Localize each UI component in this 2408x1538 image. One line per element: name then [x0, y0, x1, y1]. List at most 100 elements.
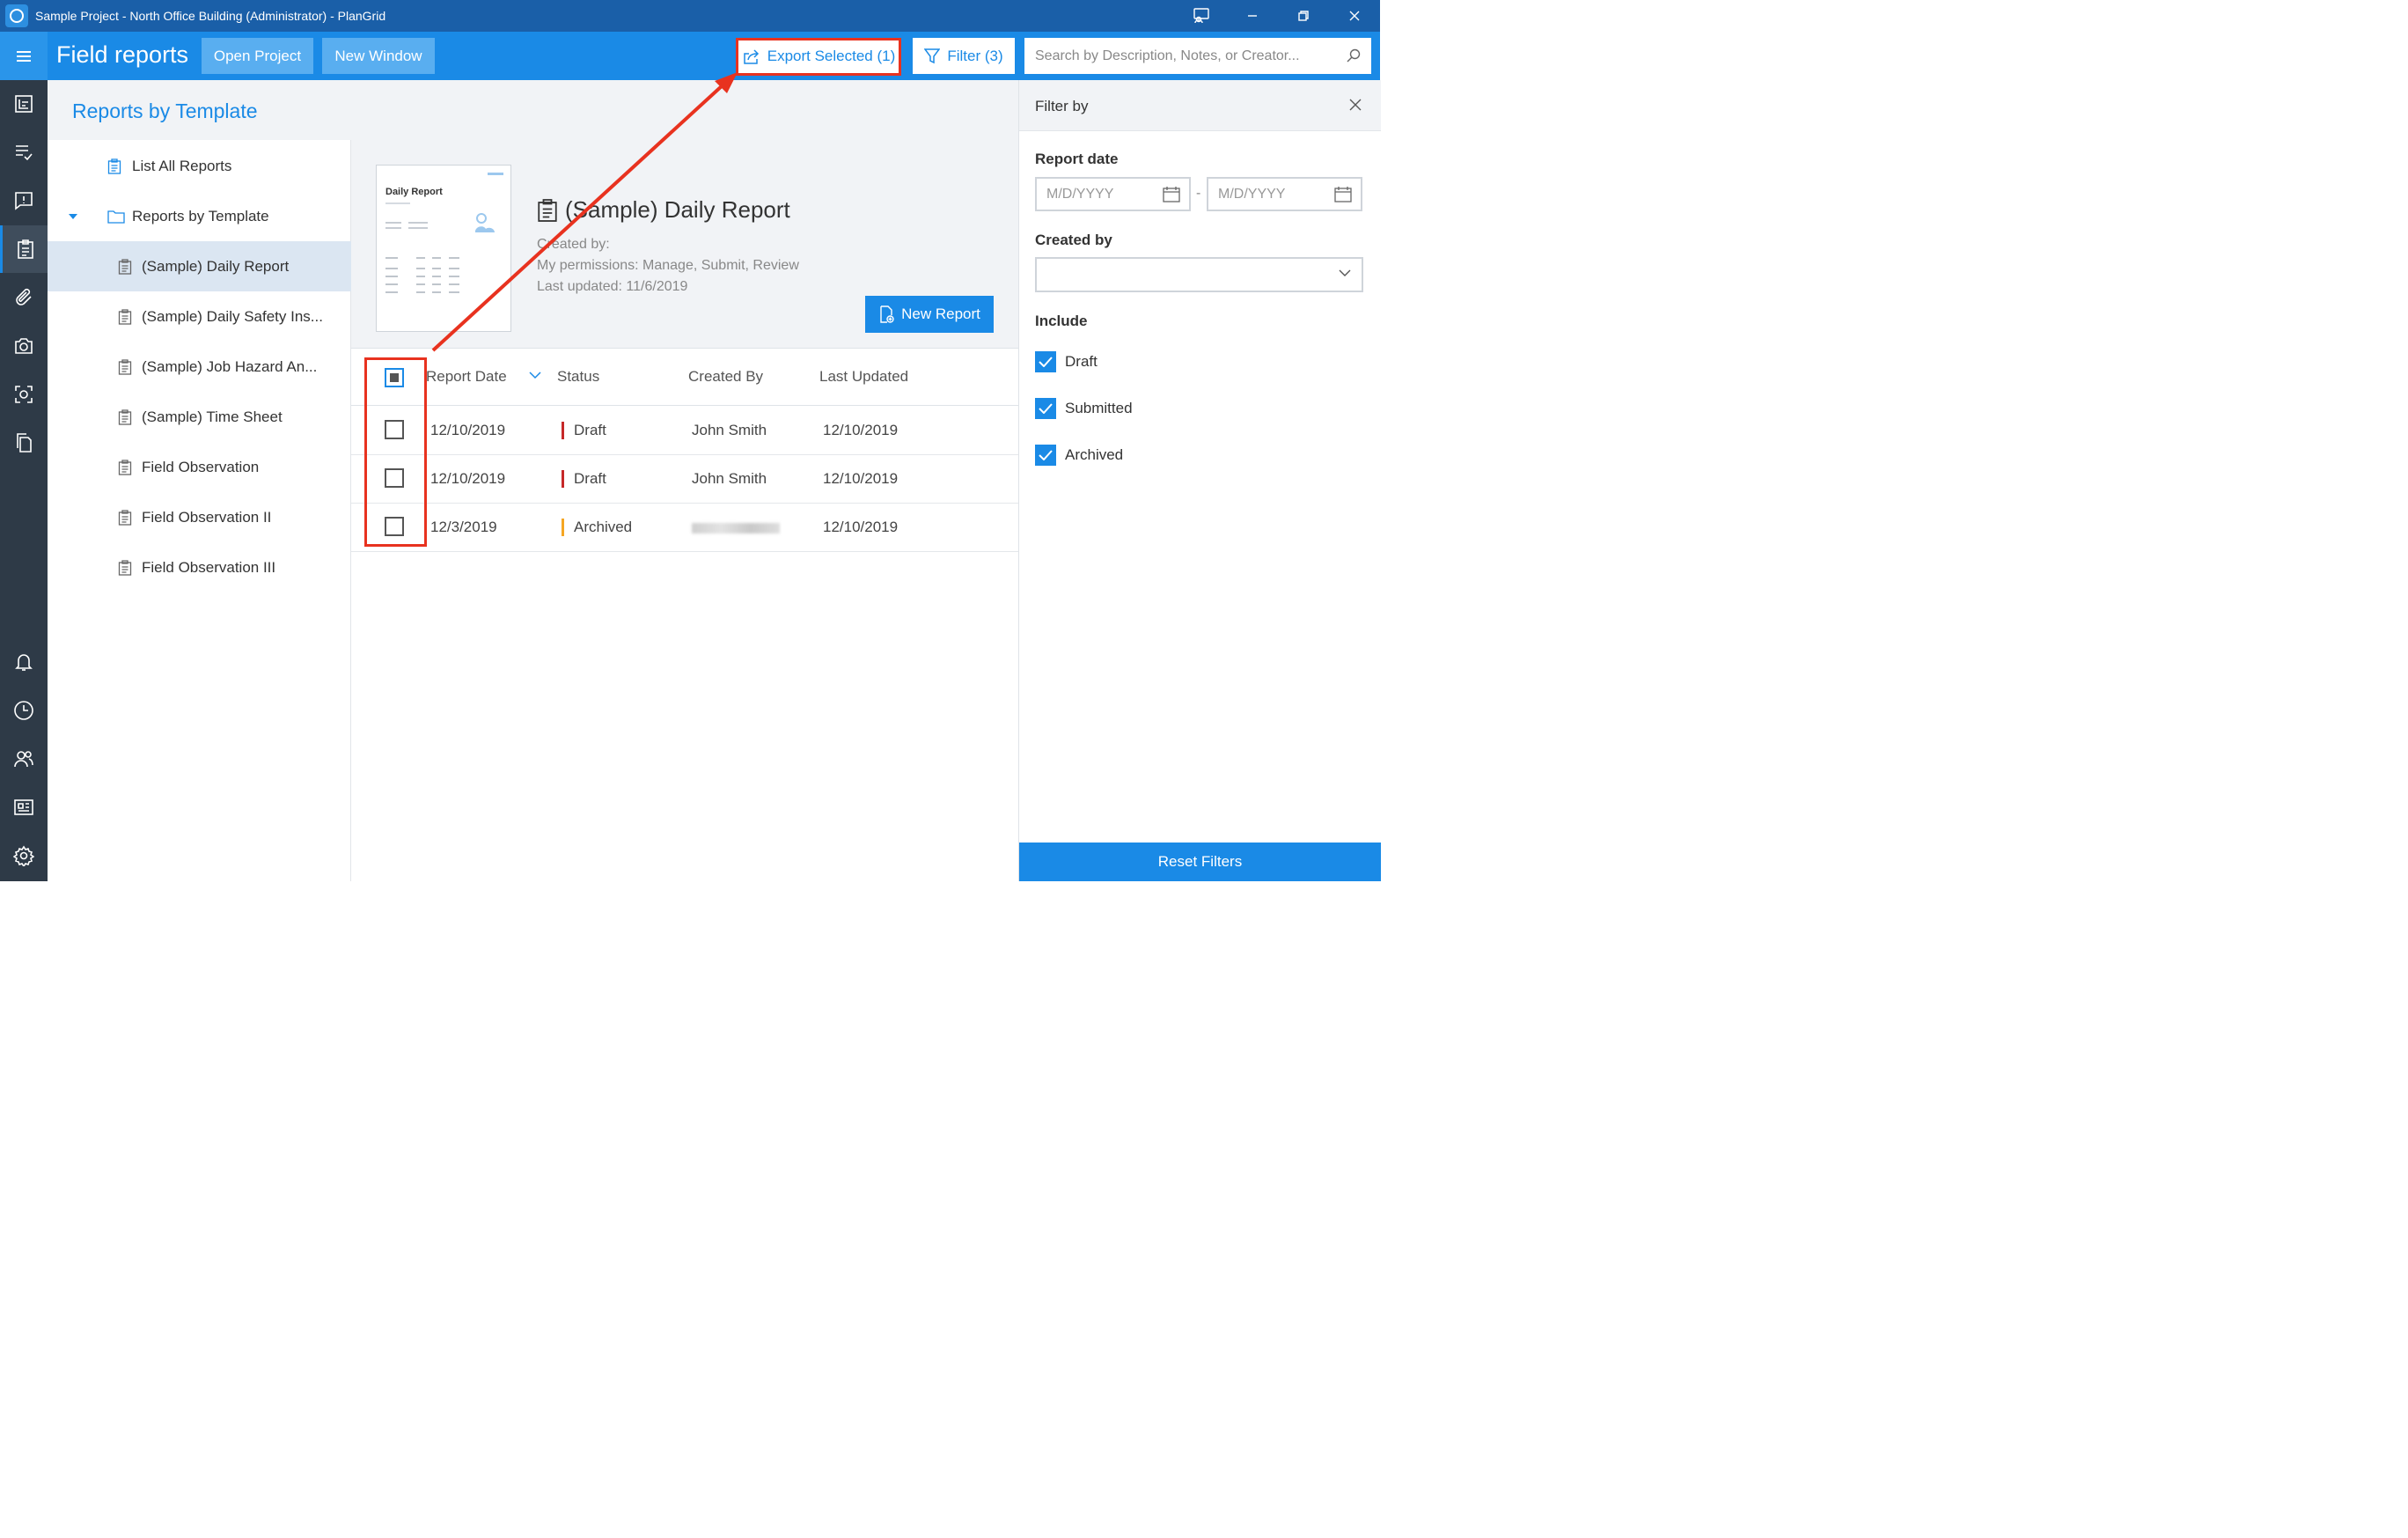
- template-item[interactable]: Field Observation: [48, 442, 351, 492]
- table-row[interactable]: 12/3/2019 Archived 12/10/2019: [351, 504, 1018, 552]
- history-icon[interactable]: [0, 687, 48, 734]
- column-header-created-by[interactable]: Created By: [688, 368, 763, 386]
- permissions-text: My permissions: Manage, Submit, Review: [537, 258, 799, 273]
- template-item[interactable]: (Sample) Job Hazard An...: [48, 342, 351, 392]
- sheets-icon[interactable]: [0, 80, 48, 128]
- planGrid-app-icon: [5, 4, 28, 27]
- table-row[interactable]: 12/10/2019 Draft John Smith 12/10/2019: [351, 407, 1018, 455]
- templates-panel: Reports by Template List All Reports Rep…: [48, 80, 351, 881]
- open-project-button[interactable]: Open Project: [202, 38, 313, 74]
- status-cell: Archived: [574, 519, 633, 535]
- close-icon[interactable]: [1348, 98, 1362, 112]
- documents-icon[interactable]: [0, 419, 48, 467]
- clipboard-icon: [107, 158, 121, 174]
- table-row[interactable]: 12/10/2019 Draft John Smith 12/10/2019: [351, 455, 1018, 504]
- created-by-label: Created by: [1035, 232, 1112, 248]
- templates-panel-title: Reports by Template: [72, 99, 258, 122]
- reports-by-template-folder[interactable]: Reports by Template: [48, 191, 351, 241]
- created-by-select[interactable]: [1035, 257, 1363, 292]
- team-icon[interactable]: [0, 735, 48, 783]
- template-item[interactable]: (Sample) Daily Report: [48, 241, 351, 291]
- window-titlebar: Sample Project - North Office Building (…: [0, 0, 1380, 32]
- calendar-icon[interactable]: [1334, 187, 1352, 202]
- start-date-input[interactable]: [1046, 186, 1161, 202]
- template-item-label: Field Observation II: [142, 508, 272, 526]
- checkmark-icon: [1039, 403, 1053, 414]
- minimize-button[interactable]: [1227, 0, 1278, 32]
- window-title: Sample Project - North Office Building (…: [35, 9, 386, 23]
- attachments-icon[interactable]: [0, 274, 48, 321]
- template-list: List All Reports Reports by Template (Sa…: [48, 140, 351, 881]
- sort-chevron-icon[interactable]: [529, 372, 541, 379]
- include-option-submitted[interactable]: Submitted: [1035, 398, 1133, 419]
- settings-icon[interactable]: [0, 832, 48, 879]
- thumbnail-preview-graphic: [385, 173, 503, 293]
- include-option-label: Archived: [1065, 446, 1124, 463]
- tasks-icon[interactable]: [0, 129, 48, 176]
- new-window-button[interactable]: New Window: [322, 38, 435, 74]
- calendar-icon[interactable]: [1163, 187, 1180, 202]
- list-all-reports-item[interactable]: List All Reports: [48, 141, 351, 191]
- created-by-cell: John Smith: [692, 470, 767, 487]
- chevron-down-icon: [1339, 269, 1351, 276]
- template-item-label: (Sample) Daily Report: [142, 257, 290, 275]
- clipboard-icon: [118, 509, 132, 526]
- end-date-input[interactable]: [1218, 186, 1332, 202]
- clipboard-icon: [538, 198, 557, 222]
- last-updated-cell: 12/10/2019: [823, 422, 899, 438]
- restore-button[interactable]: [1278, 0, 1329, 32]
- list-all-reports-label: List All Reports: [132, 157, 232, 174]
- search-box: [1024, 38, 1371, 74]
- checkbox-annotation-box: [364, 357, 427, 547]
- close-window-button[interactable]: [1329, 0, 1380, 32]
- publish-log-icon[interactable]: [0, 784, 48, 831]
- template-item[interactable]: (Sample) Daily Safety Ins...: [48, 291, 351, 342]
- include-option-label: Submitted: [1065, 400, 1133, 416]
- include-option-archived[interactable]: Archived: [1035, 445, 1123, 466]
- checkbox-checked[interactable]: [1035, 445, 1056, 466]
- filter-panel-header: Filter by: [1019, 80, 1381, 131]
- template-item[interactable]: (Sample) Time Sheet: [48, 392, 351, 442]
- report-date-cell: 12/3/2019: [430, 519, 497, 535]
- template-item[interactable]: Field Observation III: [48, 542, 351, 592]
- end-date-field: [1207, 177, 1362, 211]
- status-cell: Draft: [574, 470, 606, 487]
- checkbox-checked[interactable]: [1035, 351, 1056, 372]
- status-cell: Draft: [574, 422, 606, 438]
- template-item[interactable]: Field Observation II: [48, 492, 351, 542]
- column-header-status[interactable]: Status: [557, 368, 599, 386]
- clipboard-icon: [118, 358, 132, 375]
- report-thumbnail: Daily Report: [376, 165, 511, 332]
- cast-icon[interactable]: [1176, 0, 1227, 32]
- template-item-label: (Sample) Job Hazard An...: [142, 357, 318, 375]
- start-date-field: [1035, 177, 1191, 211]
- status-color-bar: [562, 519, 564, 536]
- created-by-cell: John Smith: [692, 422, 767, 438]
- column-header-last-updated[interactable]: Last Updated: [819, 368, 908, 386]
- template-item-label: (Sample) Time Sheet: [142, 408, 283, 425]
- notifications-icon[interactable]: [0, 638, 48, 686]
- checkbox-checked[interactable]: [1035, 398, 1056, 419]
- search-icon[interactable]: [1347, 48, 1361, 63]
- checkmark-icon: [1039, 357, 1053, 367]
- clipboard-icon: [118, 308, 132, 325]
- camera-icon[interactable]: [0, 322, 48, 370]
- left-nav-rail: [0, 80, 48, 881]
- field-reports-icon[interactable]: [0, 225, 48, 273]
- menu-icon[interactable]: [0, 32, 48, 80]
- table-header: Report Date Status Created By Last Updat…: [351, 350, 1018, 406]
- filter-button[interactable]: Filter (3): [913, 38, 1015, 74]
- caret-down-icon[interactable]: [69, 214, 77, 219]
- reset-filters-button[interactable]: Reset Filters: [1019, 843, 1381, 881]
- column-header-report-date[interactable]: Report Date: [426, 368, 507, 386]
- last-updated-cell: 12/10/2019: [823, 470, 899, 487]
- new-report-button[interactable]: New Report: [865, 296, 994, 333]
- capture-icon[interactable]: [0, 371, 48, 418]
- include-option-draft[interactable]: Draft: [1035, 351, 1098, 372]
- search-input[interactable]: [1035, 48, 1343, 64]
- clipboard-icon: [118, 408, 132, 425]
- filter-panel: Filter by Report date - Created by Inclu…: [1018, 80, 1381, 881]
- folder-icon: [107, 210, 125, 224]
- app-header: Field reports Open Project New Window Ex…: [0, 32, 1380, 80]
- issues-icon[interactable]: [0, 177, 48, 224]
